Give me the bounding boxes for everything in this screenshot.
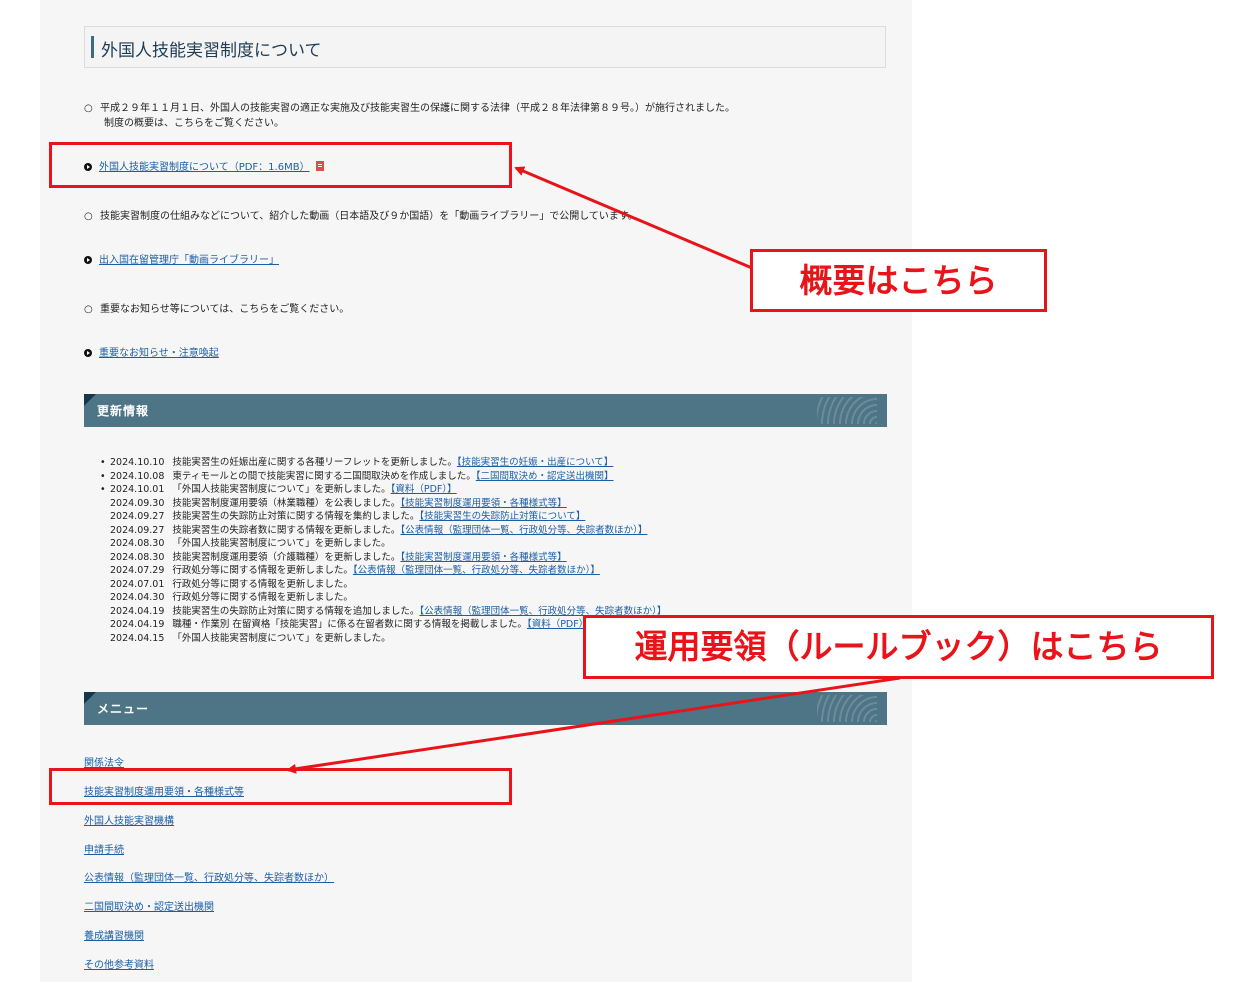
menu-item-other-references[interactable]: その他参考資料 [84, 956, 154, 971]
intro-line-1: 平成２９年１１月１日、外国人の技能実習の適正な実施及び技能実習生の保護に関する法… [100, 103, 735, 114]
circle-mark-icon: ○ [84, 211, 93, 222]
update-link[interactable]: 【公表情報（監理団体一覧、行政処分等、失踪者数ほか）】 [353, 565, 600, 576]
menu-item-training-institutions[interactable]: 養成講習機関 [84, 927, 144, 942]
page-title-box: 外国人技能実習制度について [84, 26, 886, 68]
update-item: 2024.08.30 「外国人技能実習制度について」を更新しました。 [100, 537, 800, 551]
update-date: 2024.10.01 [110, 484, 165, 495]
update-date: 2024.09.27 [110, 511, 165, 522]
video-library-link[interactable]: 出入国在留管理庁「動画ライブラリー」 [99, 255, 279, 266]
update-link[interactable]: 【資料（PDF）】 [391, 484, 457, 495]
circle-mark-icon: ○ [84, 103, 93, 114]
update-date: 2024.10.08 [110, 470, 165, 482]
update-text: 行政処分等に関する情報を更新しました。 [172, 578, 353, 590]
update-text: 「外国人技能実習制度について」を更新しました。 [172, 484, 391, 495]
menu-item-public-info[interactable]: 公表情報（監理団体一覧、行政処分等、失踪者数ほか） [84, 869, 334, 884]
update-link[interactable]: 【公表情報（監理団体一覧、行政処分等、失踪者数ほか）】 [400, 525, 647, 536]
page-title: 外国人技能実習制度について [101, 41, 322, 61]
overview-highlight-box [49, 142, 512, 188]
notice-link-row: 重要なお知らせ・注意喚起 [84, 344, 219, 359]
update-text: 技能実習制度運用要領（林業職種）を公表しました。 [172, 497, 401, 509]
update-link[interactable]: 【技能実習制度運用要領・各種様式等】 [400, 498, 566, 509]
notice-paragraph: ○ 重要なお知らせ等については、こちらをご覧ください。 [84, 302, 349, 317]
update-date: 2024.09.30 [110, 497, 165, 509]
update-item: 2024.07.29 行政処分等に関する情報を更新しました。【公表情報（監理団体一… [100, 564, 800, 578]
update-text: 行政処分等に関する情報を更新しました。 [172, 592, 353, 603]
menu-item-bilateral[interactable]: 二国間取決め・認定送出機関 [84, 898, 214, 913]
update-date: 2024.07.01 [110, 578, 165, 590]
update-date: 2024.08.30 [110, 551, 165, 563]
update-text: 技能実習生の失踪者数に関する情報を更新しました。 [172, 524, 401, 536]
video-text: 技能実習制度の仕組みなどについて、紹介した動画（日本語及び９か国語）を「動画ライ… [100, 211, 638, 222]
important-notice-link[interactable]: 重要なお知らせ・注意喚起 [99, 348, 219, 359]
update-date: 2024.04.15 [110, 632, 165, 644]
update-item: 2024.09.27 技能実習生の失踪防止対策に関する情報を集約しました。【技能実… [100, 510, 800, 524]
title-accent-bar [91, 36, 94, 58]
rulebook-callout: 運用要領（ルールブック）はこちら [583, 615, 1214, 679]
update-text: 「外国人技能実習制度について」を更新しました。 [172, 538, 391, 549]
update-text: 技能実習生の失踪防止対策に関する情報を集約しました。 [172, 511, 420, 522]
wave-pattern-decoration [817, 397, 877, 424]
update-link[interactable]: 【技能実習生の妊娠・出産について】 [457, 457, 613, 468]
update-item: 2024.08.30 技能実習制度運用要領（介護職種）を更新しました。【技能実習制… [100, 551, 800, 565]
menu-item-otit[interactable]: 外国人技能実習機構 [84, 812, 174, 827]
overview-callout: 概要はこちら [750, 249, 1047, 312]
update-item: • 2024.10.10 技能実習生の妊娠出産に関する各種リーフレットを更新しました… [100, 456, 800, 470]
intro-paragraph: ○ 平成２９年１１月１日、外国人の技能実習の適正な実施及び技能実習生の保護に関する… [84, 101, 735, 131]
band-corner-decoration [84, 692, 96, 704]
notice-text: 重要なお知らせ等については、こちらをご覧ください。 [100, 304, 350, 315]
updates-heading-band: 更新情報 [84, 394, 887, 427]
wave-pattern-decoration [817, 695, 877, 722]
bullet-dot-icon: • [100, 457, 106, 468]
update-link[interactable]: 【二国間取決め・認定送出機関】 [476, 471, 614, 482]
update-item: • 2024.10.08 東ティモールとの間で技能実習に関する二国間取決めを作成しま… [100, 470, 800, 484]
menu-item-application[interactable]: 申請手続 [84, 841, 124, 856]
update-text: 職種・作業別 在留資格「技能実習」に係る在留者数に関する情報を掲載しました。 [172, 619, 527, 630]
update-link[interactable]: 【技能実習生の失踪防止対策について】 [419, 511, 585, 522]
update-item: 2024.09.30 技能実習制度運用要領（林業職種）を公表しました。【技能実習制… [100, 497, 800, 511]
video-link-row: 出入国在留管理庁「動画ライブラリー」 [84, 251, 279, 266]
band-corner-decoration [84, 394, 96, 406]
update-date: 2024.07.29 [110, 565, 165, 576]
update-item: • 2024.10.01 「外国人技能実習制度について」を更新しました。【資料（PD… [100, 483, 800, 497]
bullet-dot-icon: • [100, 470, 106, 482]
update-text: 技能実習生の失踪防止対策に関する情報を追加しました。 [172, 605, 420, 617]
updates-heading: 更新情報 [97, 404, 150, 418]
update-date: 2024.04.30 [110, 592, 165, 603]
update-text: 東ティモールとの間で技能実習に関する二国間取決めを作成しました。 [172, 470, 476, 482]
update-text: 技能実習制度運用要領（介護職種）を更新しました。 [172, 551, 401, 563]
intro-line-2: 制度の概要は、こちらをご覧ください。 [104, 118, 284, 129]
update-text: 「外国人技能実習制度について」を更新しました。 [172, 632, 391, 644]
menu-heading-band: メニュー [84, 692, 887, 725]
arrow-bullet-icon [84, 256, 92, 264]
bullet-dot-icon: • [100, 484, 106, 495]
update-date: 2024.04.19 [110, 619, 165, 630]
update-date: 2024.10.10 [110, 457, 165, 468]
guidelines-highlight-box [49, 768, 512, 805]
arrow-bullet-icon [84, 349, 92, 357]
menu-item-laws[interactable]: 関係法令 [84, 754, 124, 769]
update-link[interactable]: 【技能実習制度運用要領・各種様式等】 [400, 552, 566, 563]
update-item: 2024.07.01 行政処分等に関する情報を更新しました。 [100, 578, 800, 592]
update-date: 2024.04.19 [110, 605, 165, 617]
menu-heading: メニュー [97, 702, 150, 716]
circle-mark-icon: ○ [84, 304, 93, 315]
update-item: 2024.04.30 行政処分等に関する情報を更新しました。 [100, 591, 800, 605]
update-date: 2024.08.30 [110, 538, 165, 549]
update-text: 行政処分等に関する情報を更新しました。 [172, 565, 353, 576]
video-paragraph: ○ 技能実習制度の仕組みなどについて、紹介した動画（日本語及び９か国語）を「動画ラ… [84, 209, 638, 224]
update-date: 2024.09.27 [110, 524, 165, 536]
update-item: 2024.09.27 技能実習生の失踪者数に関する情報を更新しました。【公表情報（… [100, 524, 800, 538]
update-text: 技能実習生の妊娠出産に関する各種リーフレットを更新しました。 [172, 457, 457, 468]
